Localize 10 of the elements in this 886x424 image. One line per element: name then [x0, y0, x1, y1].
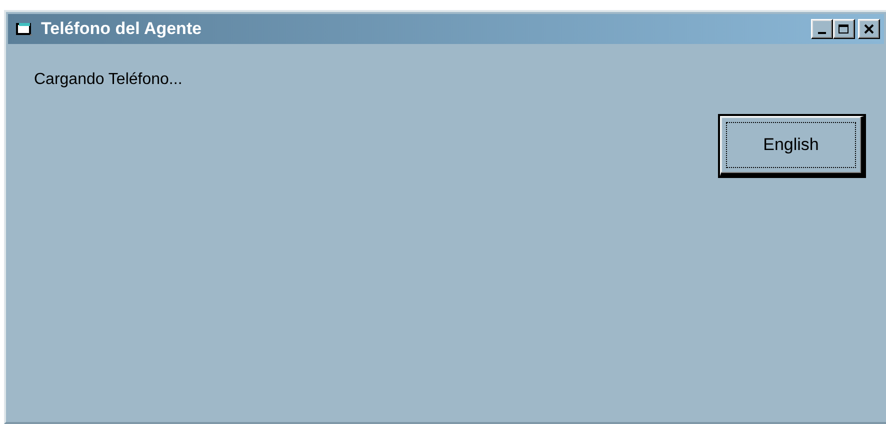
window-title: Teléfono del Agente [41, 19, 203, 39]
maximize-button[interactable] [833, 19, 855, 39]
minimize-button[interactable] [811, 19, 833, 39]
loading-message: Cargando Teléfono... [34, 71, 182, 89]
minimize-icon [818, 32, 826, 34]
maximize-icon [838, 24, 850, 34]
window-icon [16, 22, 33, 36]
close-button[interactable] [858, 19, 880, 39]
close-icon [864, 24, 874, 34]
english-button[interactable]: English [720, 116, 864, 176]
